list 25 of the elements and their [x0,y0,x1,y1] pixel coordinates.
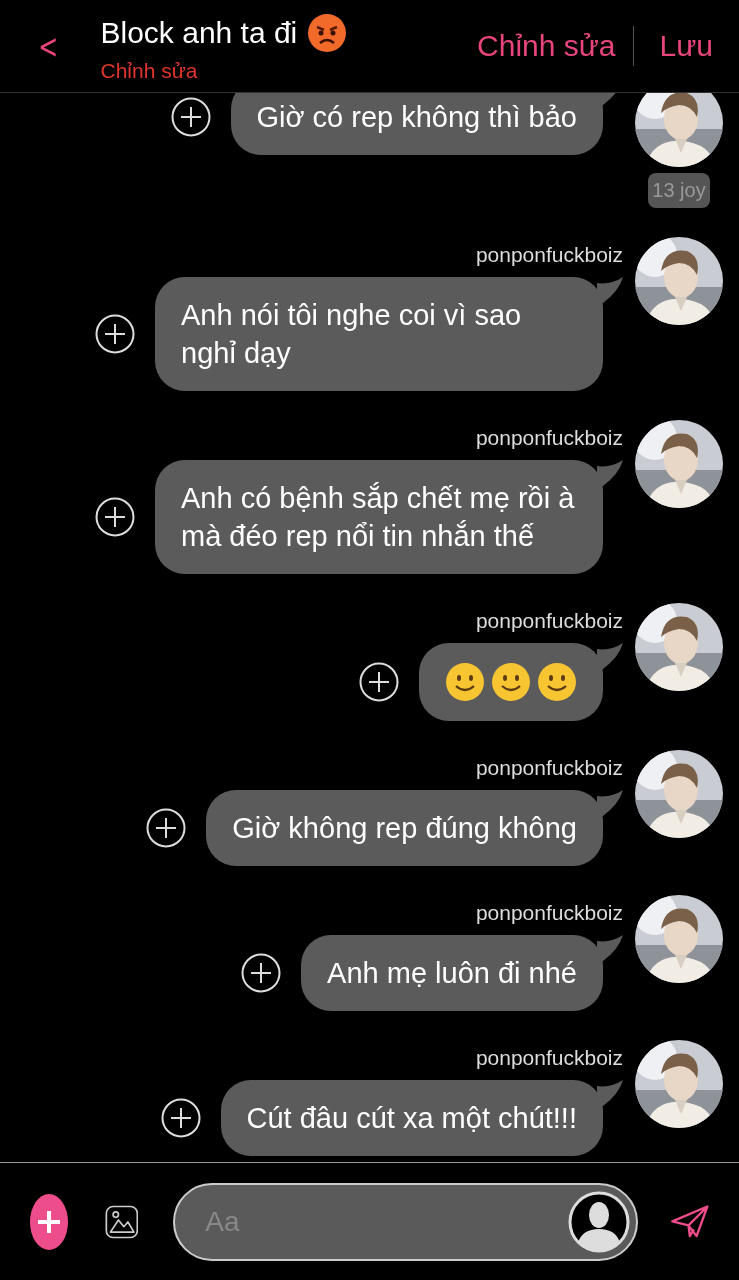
add-reaction-icon[interactable] [170,97,211,137]
add-reaction-icon[interactable] [146,808,187,848]
sender-name: ponponfuckboiz [475,1046,623,1070]
chat-subtitle: Chỉnh sửa [100,59,199,83]
chat-title: Block anh ta đi [100,16,298,50]
sender-name: ponponfuckboiz [475,426,623,450]
add-button[interactable] [30,1193,68,1250]
save-button[interactable]: Lưu [659,29,713,63]
smiley-icon [537,662,577,702]
add-reaction-icon[interactable] [95,314,135,354]
smiley-icon [445,662,485,702]
add-reaction-icon[interactable] [95,497,135,537]
reaction-badge: 13 joy [648,173,710,208]
angry-face-icon [307,13,348,53]
add-reaction-icon[interactable] [359,662,399,702]
smiley-icon [491,662,531,702]
sender-name: ponponfuckboiz [475,609,623,633]
back-button[interactable]: < [35,26,61,66]
person-icon[interactable] [568,1190,631,1253]
sender-name: ponponfuckboiz [475,243,623,267]
add-reaction-icon[interactable] [241,953,282,993]
sender-name: ponponfuckboiz [475,756,623,780]
edit-button[interactable]: Chỉnh sửa [477,29,616,63]
sender-name: ponponfuckboiz [475,901,623,925]
add-reaction-icon[interactable] [160,1098,201,1138]
